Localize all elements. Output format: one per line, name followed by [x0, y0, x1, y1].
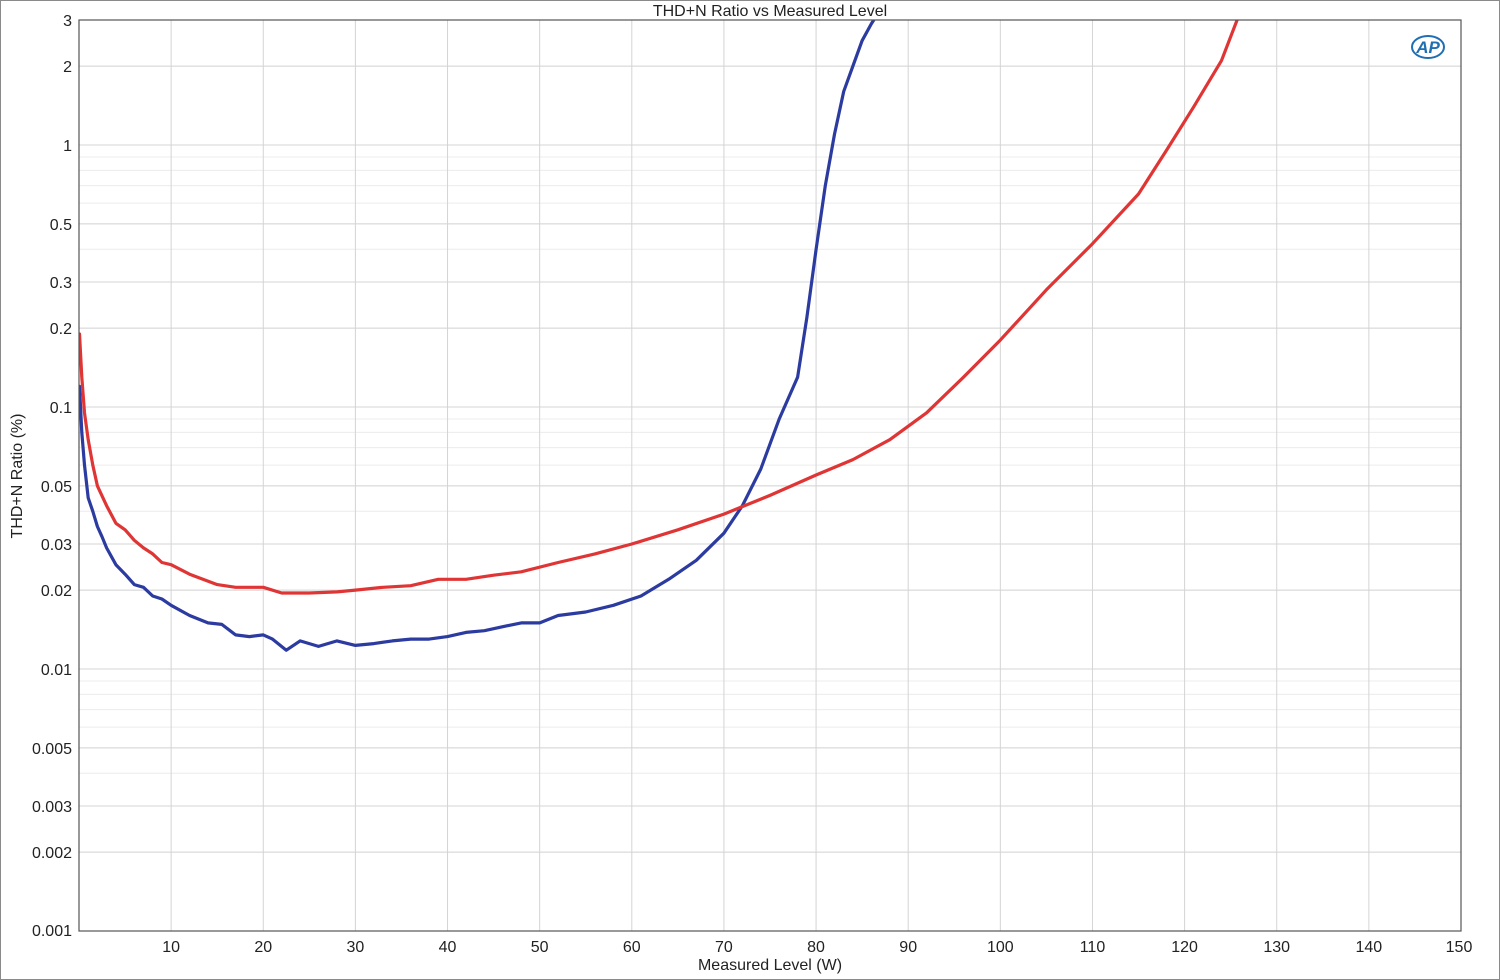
y-axis-title: THD+N Ratio (%): [9, 414, 26, 539]
y-tick-label: 0.05: [41, 479, 72, 496]
y-tick-label: 0.002: [32, 845, 72, 862]
y-tick-label: 3: [63, 13, 72, 30]
y-tick-label: 0.01: [41, 662, 72, 679]
x-tick-label: 100: [987, 939, 1014, 956]
x-tick-label: 50: [531, 939, 549, 956]
x-tick-label: 130: [1263, 939, 1290, 956]
y-tick-labels: 3 2 1 0.5 0.3 0.2 0.1 0.05 0.03 0.02 0.01 0.005 0.00…: [32, 13, 72, 940]
x-tick-label: 90: [899, 939, 917, 956]
x-tick-label: 150: [1446, 939, 1473, 956]
chart-title: THD+N Ratio vs Measured Level: [653, 3, 887, 20]
y-tick-label: 1: [63, 138, 72, 155]
x-tick-label: 20: [254, 939, 272, 956]
x-tick-label: 60: [623, 939, 641, 956]
y-tick-label: 0.001: [32, 923, 72, 940]
x-axis-title: Measured Level (W): [698, 957, 842, 974]
ap-logo-icon: AP: [1411, 35, 1445, 59]
y-tick-label: 0.005: [32, 741, 72, 758]
x-tick-label: 140: [1356, 939, 1383, 956]
x-tick-label: 110: [1080, 939, 1106, 956]
y-tick-label: 0.02: [41, 583, 72, 600]
x-tick-label: 10: [162, 939, 180, 956]
x-tick-label: 30: [347, 939, 365, 956]
y-tick-label: 0.03: [41, 537, 72, 554]
y-tick-label: 0.2: [50, 321, 72, 338]
y-tick-label: 0.5: [50, 217, 72, 234]
y-tick-label: 0.003: [32, 799, 72, 816]
x-tick-label: 70: [715, 939, 733, 956]
x-tick-labels: 10 20 30 40 50 60 70 80 90 100 110 120 130 140 150: [162, 939, 1472, 956]
chart-canvas: 10 20 30 40 50 60 70 80 90 100 110 120 130 140 150 3 2 1…: [9, 3, 1472, 974]
x-tick-label: 120: [1171, 939, 1198, 956]
x-tick-label: 80: [807, 939, 825, 956]
y-tick-label: 0.1: [50, 400, 72, 417]
ap-logo-text: AP: [1415, 38, 1440, 57]
y-tick-label: 0.3: [50, 275, 72, 292]
x-tick-label: 40: [439, 939, 457, 956]
y-tick-label: 2: [63, 59, 72, 76]
